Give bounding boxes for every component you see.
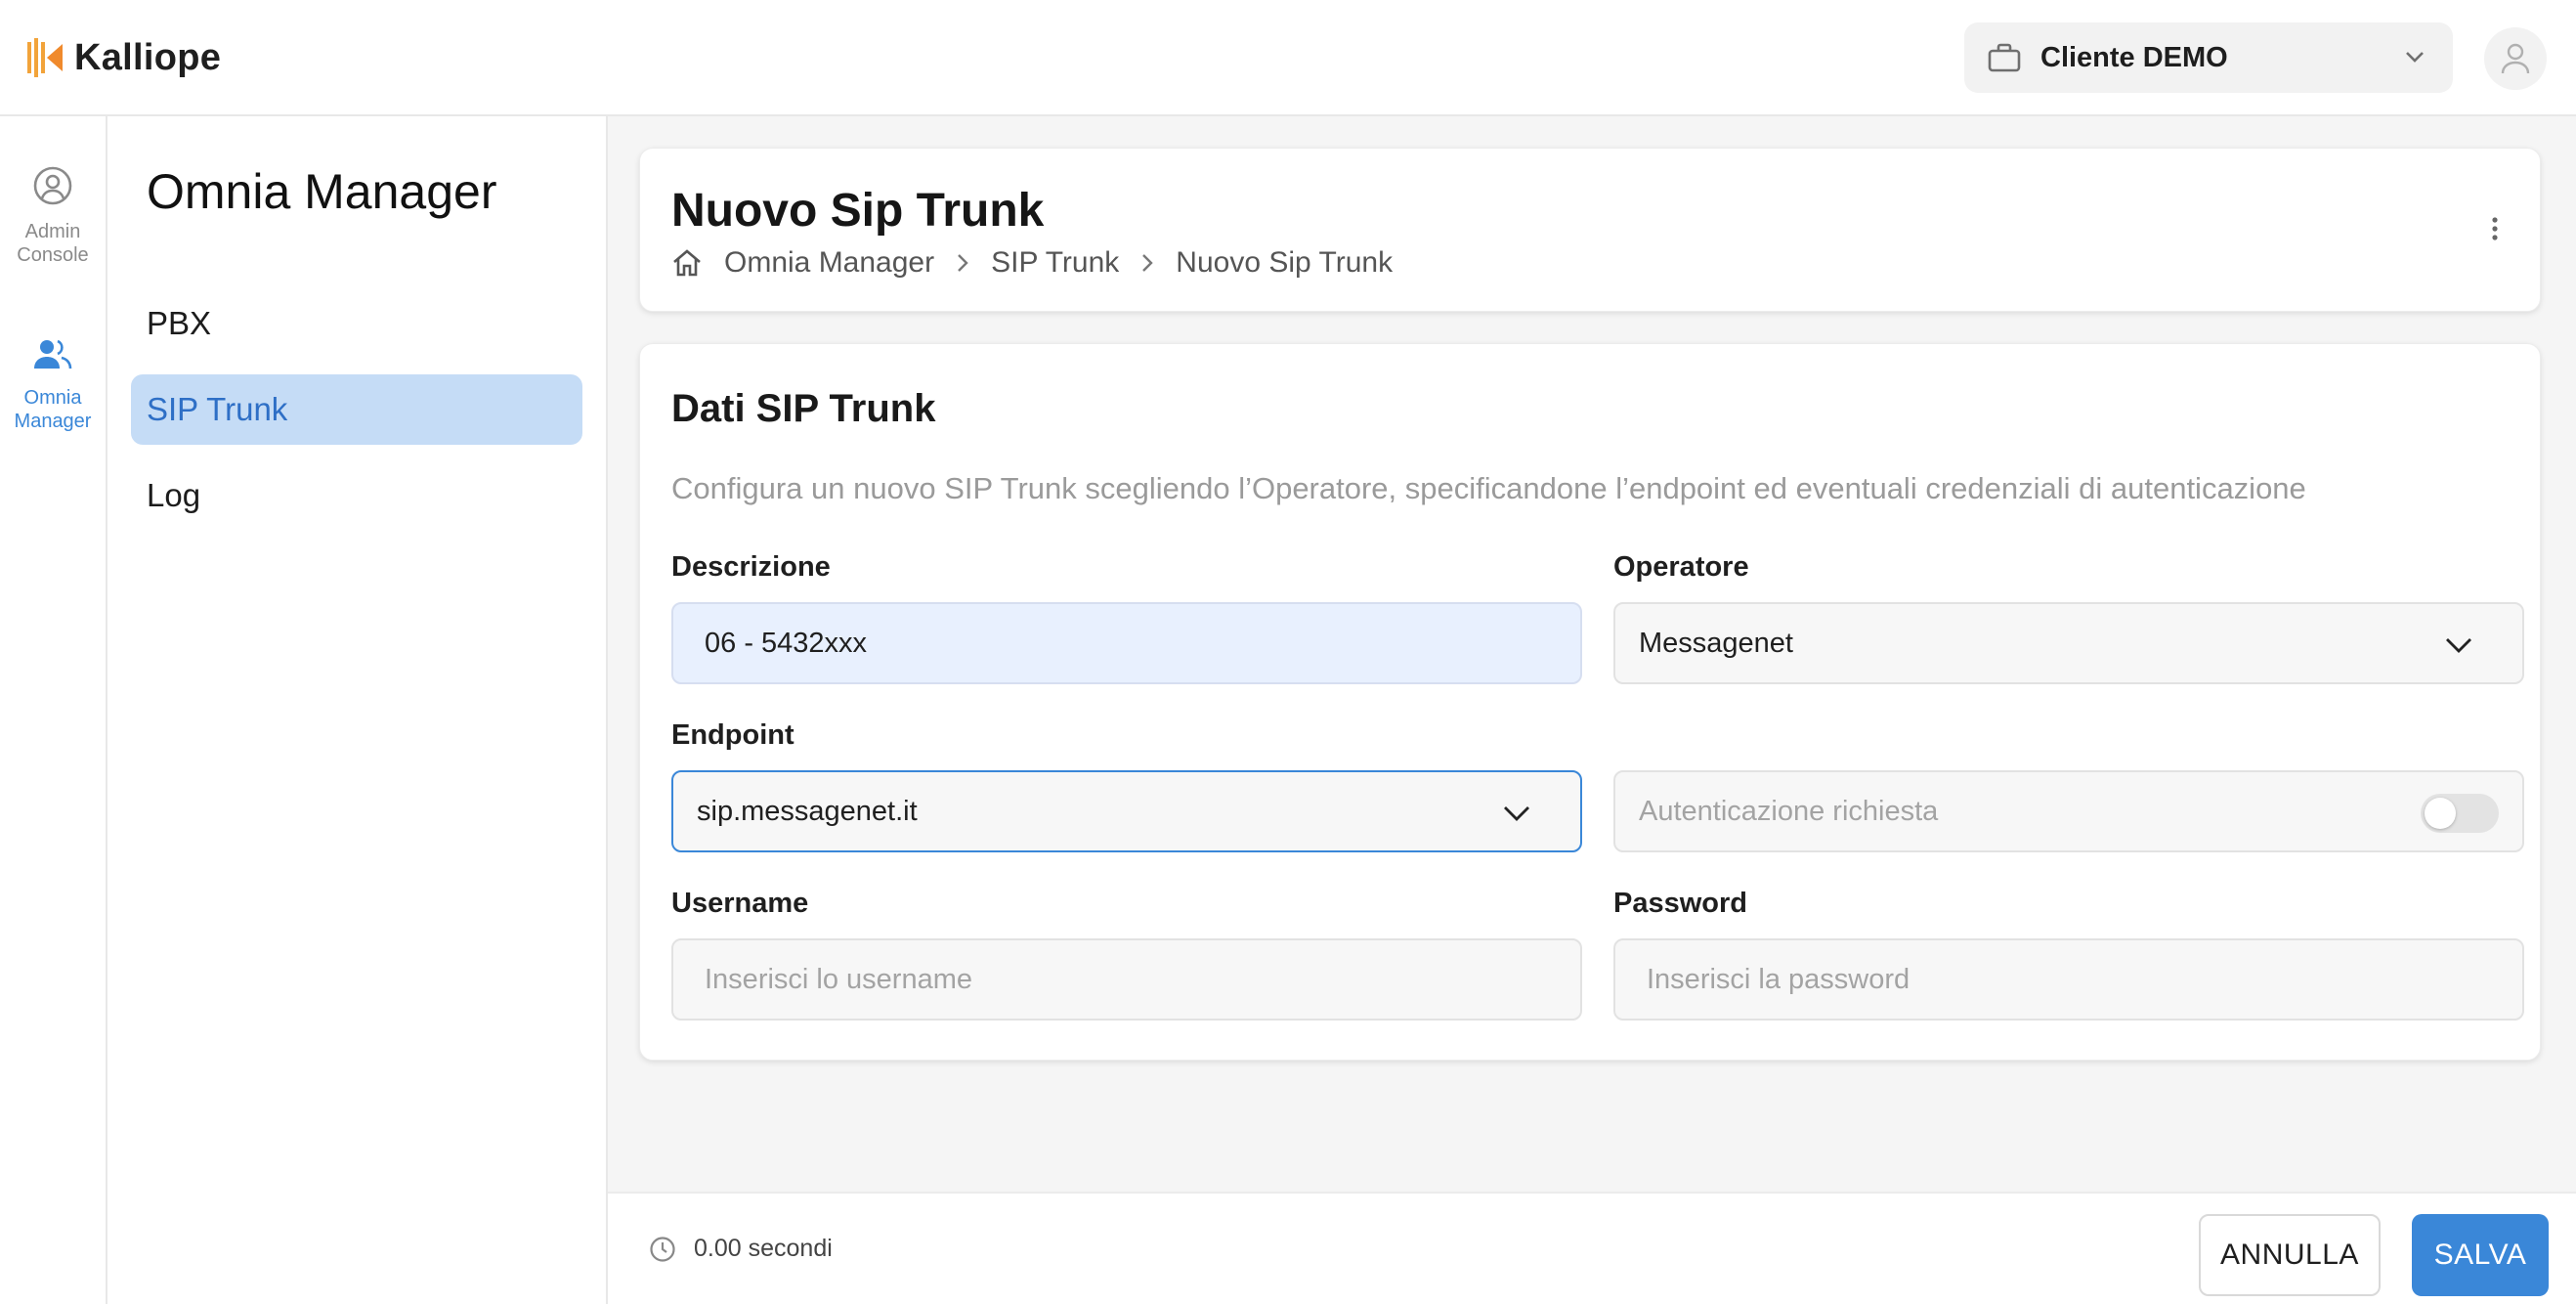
sidebar-item-log[interactable]: Log [131, 460, 582, 531]
save-button[interactable]: SALVA [2412, 1214, 2549, 1296]
descrizione-value: 06 - 5432xxx [705, 627, 868, 659]
chevron-right-icon [954, 251, 971, 275]
username-input[interactable]: Inserisci lo username [671, 938, 1582, 1021]
user-circle-icon [33, 166, 72, 205]
operatore-select[interactable]: Messagenet [1613, 602, 2524, 684]
rail-label-omnia-manager: Omnia Manager [14, 387, 92, 432]
top-bar: Kalliope Cliente DEMO [0, 0, 2576, 116]
section-description: Configura un nuovo SIP Trunk scegliendo … [671, 471, 2306, 505]
footer-bar: 0.00 secondi ANNULLA SALVA [608, 1192, 2576, 1304]
sip-trunk-form: Dati SIP Trunk Configura un nuovo SIP Tr… [639, 343, 2541, 1061]
user-icon [2501, 43, 2530, 74]
home-icon[interactable] [671, 248, 703, 278]
chevron-right-icon [1138, 251, 1156, 275]
user-avatar[interactable] [2484, 27, 2547, 90]
briefcase-icon [1988, 43, 2021, 72]
cancel-button[interactable]: ANNULLA [2199, 1214, 2381, 1296]
rail-item-omnia-manager[interactable]: Omnia Manager [0, 337, 106, 433]
password-label: Password [1613, 888, 1747, 919]
page-title: Nuovo Sip Trunk [671, 185, 1045, 237]
brand-name: Kalliope [74, 36, 222, 78]
sidebar: Omnia Manager PBX SIP Trunk Log [107, 116, 608, 1304]
operatore-label: Operatore [1613, 551, 1749, 583]
autenticazione-toggle-field[interactable]: Autenticazione richiesta [1613, 770, 2524, 852]
endpoint-label: Endpoint [671, 719, 794, 751]
app-rail: Admin Console Omnia Manager [0, 116, 107, 1304]
username-placeholder: Inserisci lo username [705, 963, 972, 995]
more-options-icon[interactable] [2475, 209, 2514, 248]
users-icon [34, 339, 72, 369]
rail-label-admin-console: Admin Console [17, 221, 89, 266]
sidebar-item-sip-trunk[interactable]: SIP Trunk [131, 374, 582, 445]
main-content: Nuovo Sip Trunk Omnia Manager SIP Trunk … [608, 116, 2576, 1192]
endpoint-value: sip.messagenet.it [697, 795, 918, 827]
chevron-down-icon [2406, 52, 2424, 63]
elapsed-time-value: 0.00 secondi [694, 1235, 833, 1262]
descrizione-input[interactable]: 06 - 5432xxx [671, 602, 1582, 684]
breadcrumb-current: Nuovo Sip Trunk [1176, 246, 1394, 279]
username-label: Username [671, 888, 809, 919]
rail-item-admin-console[interactable]: Admin Console [0, 165, 106, 267]
operatore-value: Messagenet [1639, 627, 1793, 659]
chevron-down-icon [1504, 806, 1529, 821]
kalliope-logo-icon [27, 38, 63, 77]
chevron-down-icon [2446, 638, 2471, 653]
breadcrumb: Omnia Manager SIP Trunk Nuovo Sip Trunk [671, 246, 1393, 280]
clock-icon [650, 1236, 675, 1262]
breadcrumb-sip-trunk[interactable]: SIP Trunk [991, 246, 1119, 280]
page-header-card: Nuovo Sip Trunk Omnia Manager SIP Trunk … [639, 148, 2541, 312]
password-input[interactable]: Inserisci la password [1613, 938, 2524, 1021]
autenticazione-switch[interactable] [2421, 794, 2499, 833]
elapsed-time: 0.00 secondi [649, 1235, 833, 1263]
switch-knob [2425, 798, 2456, 829]
section-title: Dati SIP Trunk [671, 387, 936, 430]
breadcrumb-omnia-manager[interactable]: Omnia Manager [724, 246, 934, 280]
descrizione-label: Descrizione [671, 551, 831, 583]
client-selector-label: Cliente DEMO [2040, 41, 2228, 73]
client-selector[interactable]: Cliente DEMO [1964, 22, 2453, 93]
sidebar-item-pbx[interactable]: PBX [131, 288, 582, 359]
autenticazione-label: Autenticazione richiesta [1639, 795, 1939, 827]
kalliope-logo[interactable]: Kalliope [27, 33, 221, 82]
endpoint-select[interactable]: sip.messagenet.it [671, 770, 1582, 852]
password-placeholder: Inserisci la password [1647, 963, 1911, 995]
sidebar-title: Omnia Manager [147, 164, 497, 219]
